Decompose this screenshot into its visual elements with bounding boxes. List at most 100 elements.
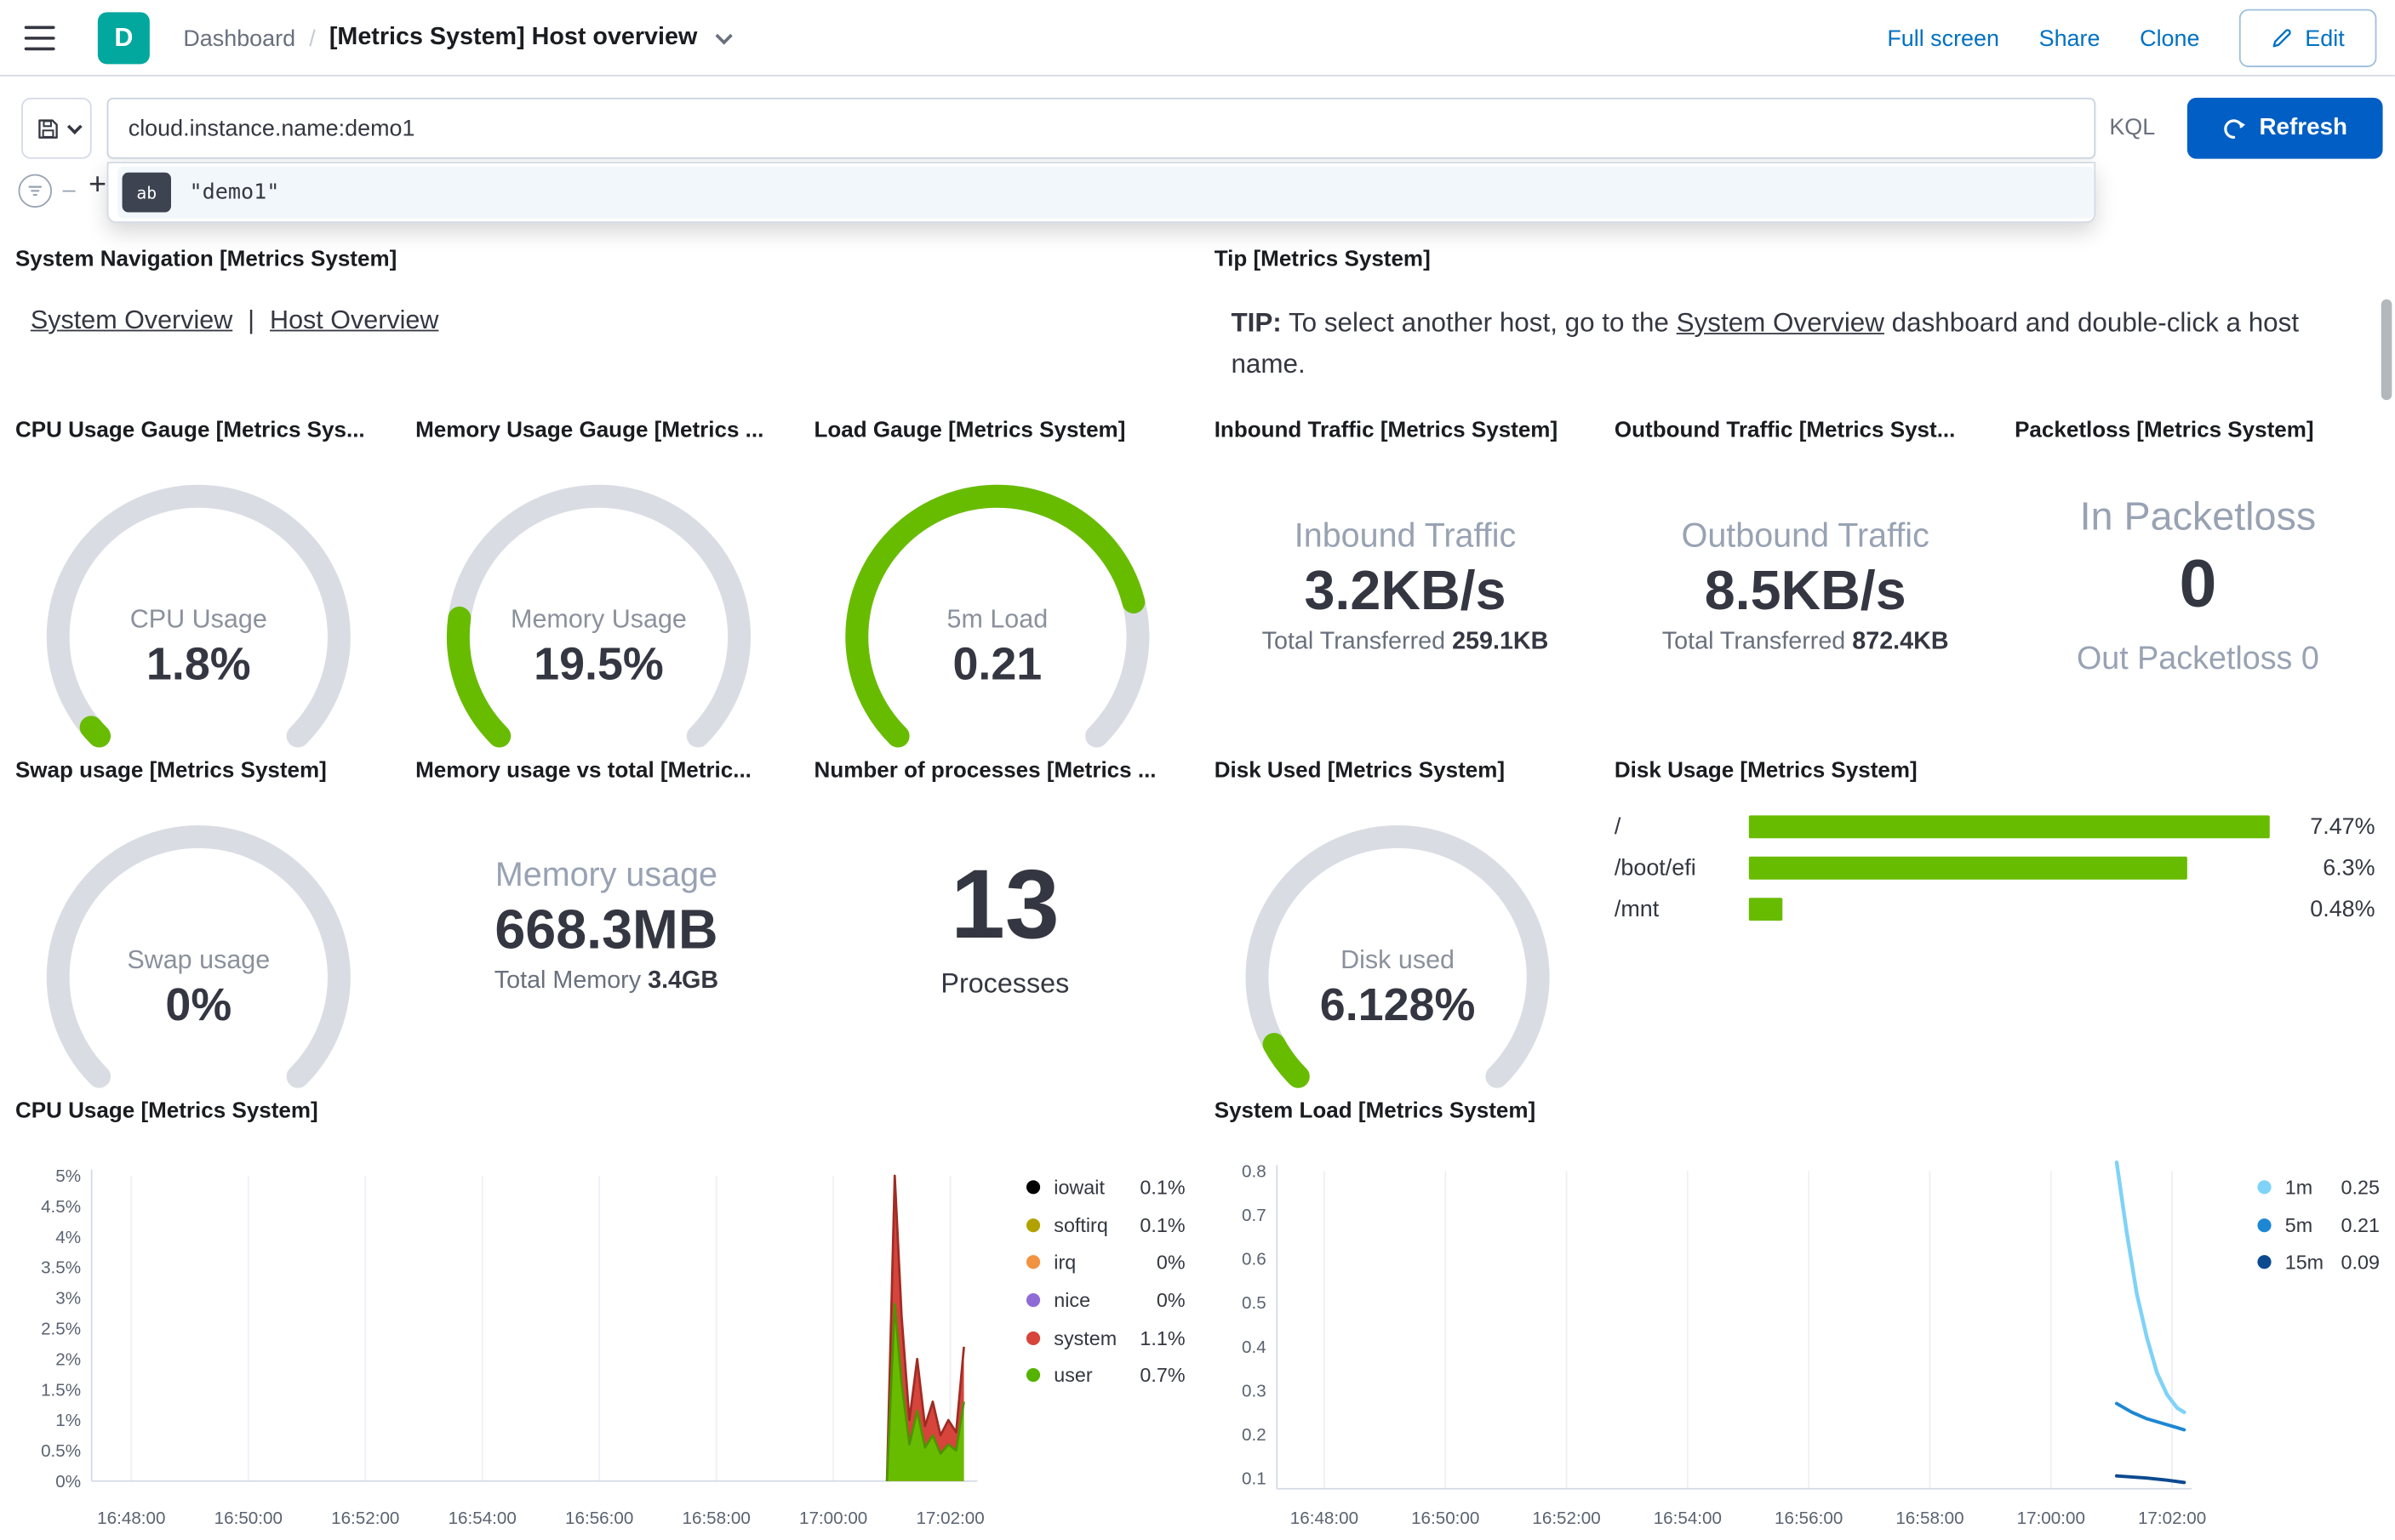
filter-separator: – [62,177,76,203]
disk-usage-bar [1748,815,2270,839]
filter-icon[interactable] [18,174,53,208]
legend-dot-icon [1026,1331,1041,1345]
disk-usage-bar [1748,898,1783,921]
svg-text:0.8: 0.8 [1242,1162,1266,1182]
svg-text:3.5%: 3.5% [41,1258,81,1278]
metric-sub-label: Total Memory [494,967,642,995]
metric-sub-value: 3.4GB [648,967,719,995]
panel-title-memory-total: Memory usage vs total [Metric... [415,758,752,784]
svg-text:5%: 5% [55,1166,81,1186]
swap-usage-gauge [46,825,351,1088]
full-screen-link[interactable]: Full screen [1887,26,1999,52]
legend-item-user[interactable]: user 0.7% [1026,1356,1186,1394]
legend-item-15m[interactable]: 15m 0.09 [2257,1243,2380,1280]
cpu-chart-legend: iowait 0.1% softirq 0.1% irq 0% nice 0% system 1.… [1026,1168,1186,1395]
legend-dot-icon [1026,1368,1041,1383]
panel-title-load-gauge: Load Gauge [Metrics System] [814,418,1126,443]
legend-label: iowait [1054,1175,1105,1199]
kibana-dashboard-page: D Dashboard / [Metrics System] Host over… [0,0,2395,1540]
svg-text:16:50:00: 16:50:00 [1411,1509,1479,1528]
saved-query-button[interactable] [21,97,92,159]
share-link[interactable]: Share [2039,26,2101,52]
host-overview-link[interactable]: Host Overview [270,305,438,336]
svg-text:16:50:00: 16:50:00 [214,1509,283,1528]
cpu-usage-chart: 5% 4.5% 4% 3.5% 3% 2.5% 2% 1.5% 1% 0.5% 0% 16:48:00… [41,1166,985,1528]
legend-item-nice[interactable]: nice 0% [1026,1281,1186,1319]
chevron-down-icon[interactable] [714,27,732,45]
legend-value: 0.09 [2341,1251,2380,1275]
refresh-icon [2224,118,2246,139]
legend-value: 0.1% [1140,1212,1186,1236]
disk-usage-row: /mnt 0.48% [1615,888,2375,929]
legend-dot-icon [2257,1218,2272,1232]
system-navigation-links: System Overview | Host Overview [31,305,439,336]
panel-title-disk-used: Disk Used [Metrics System] [1214,758,1506,784]
metric-value: 668.3MB [494,898,718,961]
system-overview-link[interactable]: System Overview [31,305,232,336]
query-language-toggle[interactable]: KQL [2109,98,2155,159]
legend-value: 0% [1156,1251,1186,1275]
edit-button-label: Edit [2305,25,2345,52]
header-bar: D Dashboard / [Metrics System] Host over… [0,0,2395,77]
panel-title-memory-gauge: Memory Usage Gauge [Metrics ... [415,418,764,443]
edit-button[interactable]: Edit [2239,9,2377,67]
legend-label: 5m [2284,1212,2313,1236]
disk-usage-row: / 7.47% [1615,807,2375,847]
suggestion-value: "demo1" [189,180,280,205]
memory-total-metric: Memory usage 668.3MB Total Memory 3.4GB [415,855,797,999]
suggestion-item[interactable]: ab "demo1" [117,166,2095,219]
metric-subtext: Total Memory 3.4GB [415,965,797,998]
legend-label: 15m [2284,1251,2324,1275]
svg-text:1.5%: 1.5% [41,1380,81,1400]
metric-sub-value: 259.1KB [1452,629,1549,655]
legend-dot-icon [1026,1218,1041,1232]
deployment-logo[interactable]: D [97,12,150,65]
disk-mount-label: / [1614,813,1621,841]
query-input[interactable]: cloud.instance.name:demo1 [106,97,2096,159]
packetloss-out-value: 0 [2301,641,2319,677]
disk-mount-label: /mnt [1614,896,1660,922]
svg-text:0.5: 0.5 [1242,1293,1266,1313]
legend-dot-icon [1026,1255,1041,1269]
scrollbar-thumb[interactable] [2381,299,2392,401]
legend-item-1m[interactable]: 1m 0.25 [2257,1168,2380,1206]
legend-item-iowait[interactable]: iowait 0.1% [1026,1168,1186,1206]
panel-title-swap: Swap usage [Metrics System] [14,758,327,784]
tip-system-overview-link[interactable]: System Overview [1677,307,1884,338]
panel-title-cpu-chart: CPU Usage [Metrics System] [14,1099,318,1124]
breadcrumb-dashboard[interactable]: Dashboard [183,26,295,52]
svg-text:1%: 1% [55,1411,81,1430]
legend-dot-icon [1026,1179,1041,1195]
legend-item-system[interactable]: system 1.1% [1026,1319,1186,1356]
legend-label: irq [1054,1251,1077,1275]
refresh-button-label: Refresh [2259,114,2348,141]
panel-title-inbound: Inbound Traffic [Metrics System] [1214,418,1558,443]
metric-sub-label: Total Transferred [1661,629,1846,655]
legend-item-softirq[interactable]: softirq 0.1% [1026,1206,1186,1243]
svg-text:17:02:00: 17:02:00 [916,1509,984,1528]
legend-value: 0.21 [2341,1212,2380,1236]
processes-label: Processes [940,967,1070,999]
panel-title-processes: Number of processes [Metrics ... [814,758,1157,784]
query-suggestion-popover: ab "demo1" [106,162,2096,224]
legend-item-irq[interactable]: irq 0% [1026,1243,1186,1280]
refresh-button[interactable]: Refresh [2186,97,2383,159]
metric-sub-value: 872.4KB [1852,629,1949,655]
processes-metric: 13 Processes [815,843,1197,1002]
svg-text:17:02:00: 17:02:00 [2138,1509,2206,1528]
svg-text:16:54:00: 16:54:00 [1654,1509,1722,1528]
disk-usage-table: / 7.47% /boot/efi 6.3% /mnt 0.48% [1615,807,2375,930]
nav-separator: | [248,305,255,335]
legend-item-5m[interactable]: 5m 0.21 [2257,1206,2380,1243]
load-chart-legend: 1m 0.25 5m 0.21 15m 0.09 [2257,1168,2380,1281]
add-filter-button[interactable]: + [89,168,106,202]
packetloss-out: Out Packetloss 0 [2015,636,2381,682]
tip-pre: To select another host, go to the [1281,306,1677,338]
value-suggestion-icon: ab [122,172,171,213]
memory-usage-gauge [446,484,752,748]
clone-link[interactable]: Clone [2140,26,2199,52]
hamburger-menu-icon[interactable] [24,26,55,51]
processes-count: 13 [950,848,1060,960]
legend-label: user [1054,1364,1093,1388]
packetloss-in-label: In Packetloss [2079,493,2317,539]
